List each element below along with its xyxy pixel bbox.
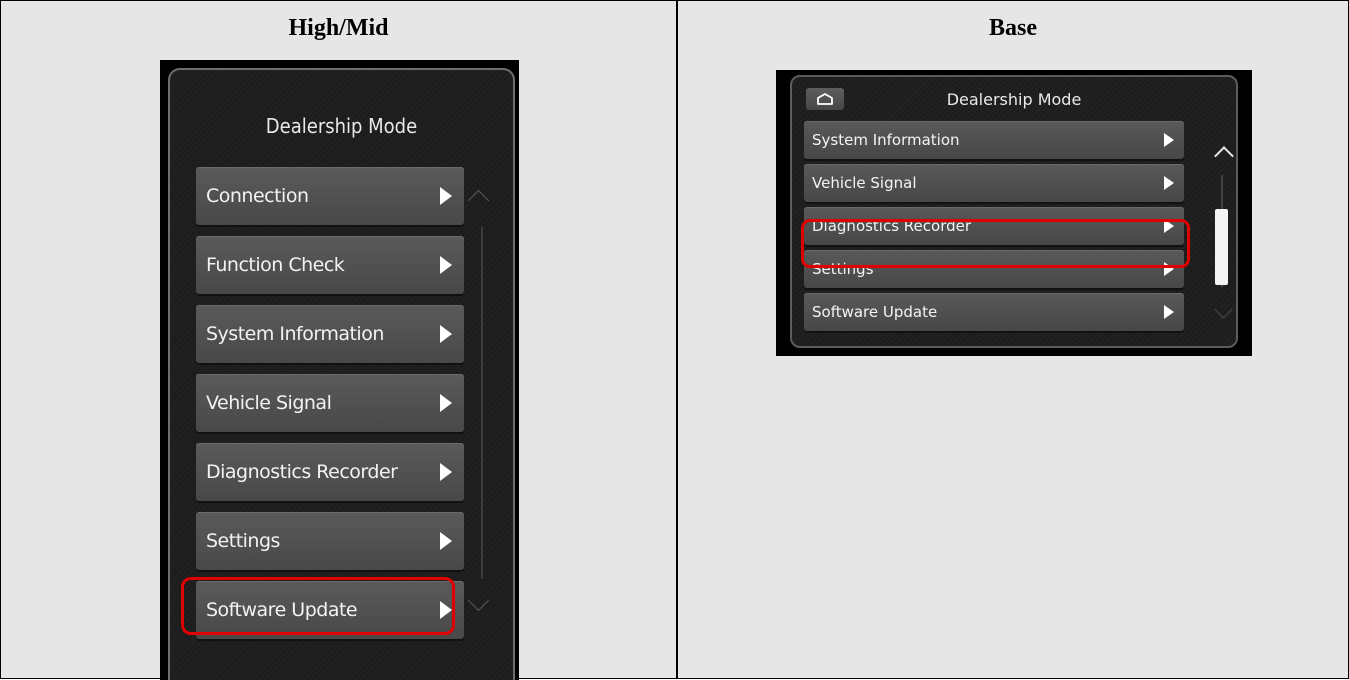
menu-item-label: Diagnostics Recorder (206, 461, 398, 483)
menu-item-label: System Information (206, 323, 384, 345)
function-check-button[interactable]: Function Check (196, 236, 464, 294)
settings-button[interactable]: Settings (804, 250, 1184, 288)
menu-item-label: Software Update (206, 599, 358, 621)
vehicle-signal-button[interactable]: Vehicle Signal (804, 164, 1184, 202)
high-mid-screen: Dealership Mode Connection Function Chec… (160, 60, 519, 680)
connection-button[interactable]: Connection (196, 167, 464, 225)
menu-item-label: System Information (812, 131, 960, 149)
scroll-up-icon[interactable] (1214, 146, 1234, 166)
play-arrow-icon (440, 394, 452, 412)
play-arrow-icon (1164, 176, 1174, 190)
high-mid-panel: Dealership Mode Connection Function Chec… (168, 68, 515, 680)
base-header: Base (989, 15, 1037, 41)
play-arrow-icon (440, 463, 452, 481)
comparison-table: High/Mid Dealership Mode Connection Func… (0, 0, 1349, 680)
high-mid-header: High/Mid (288, 15, 389, 41)
scrollbar[interactable] (1215, 175, 1228, 287)
base-screen: Dealership Mode System Information Vehic… (776, 70, 1252, 356)
vehicle-signal-button[interactable]: Vehicle Signal (196, 374, 464, 432)
base-panel: Dealership Mode System Information Vehic… (790, 75, 1238, 348)
software-update-button[interactable]: Software Update (196, 581, 464, 639)
software-update-button[interactable]: Software Update (804, 293, 1184, 331)
menu-item-label: Vehicle Signal (812, 174, 917, 192)
menu-item-label: Settings (812, 260, 874, 278)
play-arrow-icon (1164, 305, 1174, 319)
scrollbar-thumb[interactable] (1215, 209, 1228, 285)
menu-item-label: Diagnostics Recorder (812, 217, 972, 235)
system-information-button[interactable]: System Information (196, 305, 464, 363)
play-arrow-icon (440, 601, 452, 619)
play-arrow-icon (440, 256, 452, 274)
settings-button[interactable]: Settings (196, 512, 464, 570)
high-mid-column: High/Mid Dealership Mode Connection Func… (1, 1, 678, 680)
scrollbar-track[interactable] (481, 227, 483, 579)
play-arrow-icon (1164, 133, 1174, 147)
play-arrow-icon (440, 187, 452, 205)
high-mid-title: Dealership Mode (265, 114, 418, 138)
play-arrow-icon (440, 532, 452, 550)
menu-item-label: Function Check (206, 254, 345, 276)
menu-item-label: Settings (206, 530, 280, 552)
base-column: Base Dealership Mode System Information … (678, 1, 1348, 678)
scroll-down-icon[interactable] (1214, 300, 1233, 319)
play-arrow-icon (1164, 219, 1174, 233)
menu-item-label: Connection (206, 185, 309, 207)
diagnostics-recorder-button[interactable]: Diagnostics Recorder (804, 207, 1184, 245)
menu-item-label: Software Update (812, 303, 938, 321)
diagnostics-recorder-button[interactable]: Diagnostics Recorder (196, 443, 464, 501)
system-information-button[interactable]: System Information (804, 121, 1184, 159)
menu-item-label: Vehicle Signal (206, 392, 332, 414)
play-arrow-icon (440, 325, 452, 343)
play-arrow-icon (1164, 262, 1174, 276)
base-title: Dealership Mode (946, 90, 1082, 109)
